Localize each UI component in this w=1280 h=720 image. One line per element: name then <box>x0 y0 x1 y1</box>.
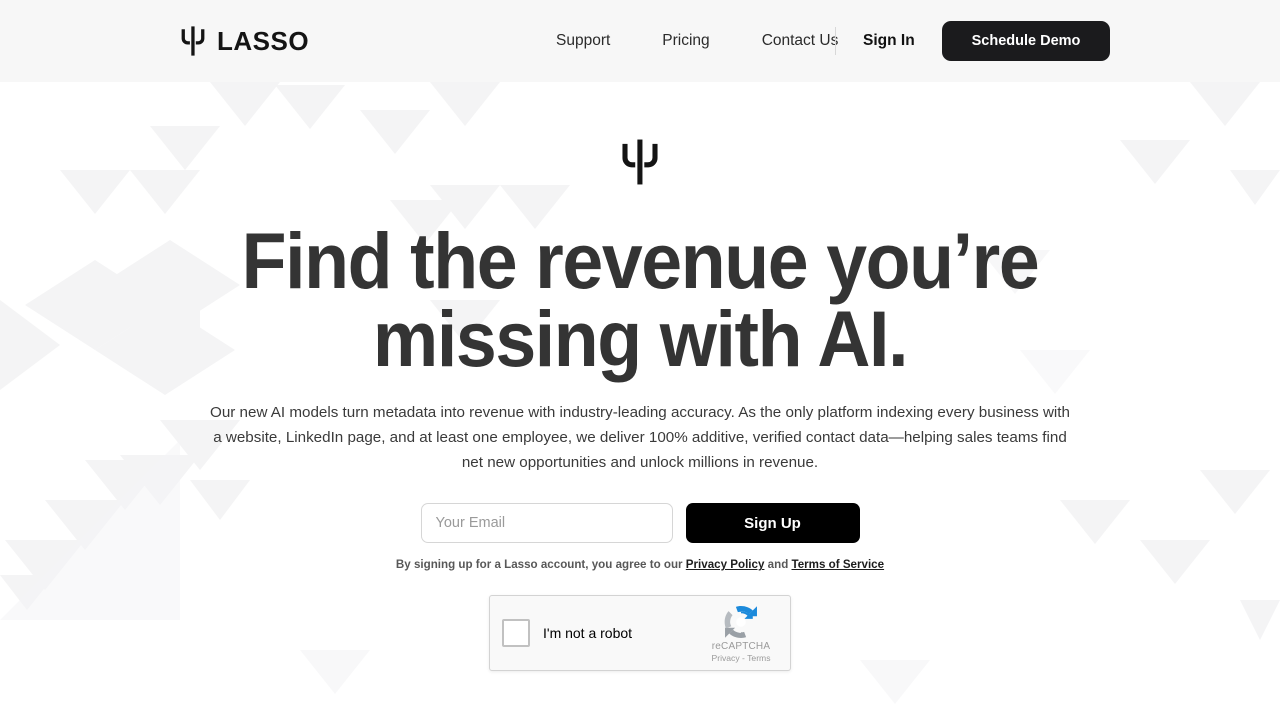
headline-line-1: Find the revenue you’re <box>241 216 1040 305</box>
nav-item-contact-us[interactable]: Contact Us <box>762 32 839 50</box>
brand-logo[interactable]: LASSO <box>180 26 309 56</box>
site-header: LASSO Support Pricing Contact Us Sign In… <box>0 0 1280 82</box>
page-title: Find the revenue you’re missing with AI. <box>175 221 1105 378</box>
terms-of-service-link[interactable]: Terms of Service <box>792 558 885 571</box>
schedule-demo-button[interactable]: Schedule Demo <box>942 21 1110 61</box>
recaptcha-privacy-terms-links[interactable]: Privacy - Terms <box>703 653 779 663</box>
email-field[interactable] <box>420 503 673 544</box>
lasso-trident-icon <box>622 139 658 185</box>
nav-divider <box>835 27 836 55</box>
hero-description: Our new AI models turn metadata into rev… <box>210 404 1070 472</box>
legal-disclaimer: By signing up for a Lasso account, you a… <box>396 558 884 571</box>
headline-line-2: missing with AI. <box>372 294 909 384</box>
recaptcha-widget[interactable]: I'm not a robot reCAPTCHA Privacy - Term… <box>489 595 791 672</box>
recaptcha-logo-icon <box>724 606 757 639</box>
sign-in-link[interactable]: Sign In <box>863 32 915 50</box>
privacy-policy-link[interactable]: Privacy Policy <box>686 558 765 571</box>
hero-section: Find the revenue you’re missing with AI.… <box>0 82 1280 720</box>
signup-form: Sign Up <box>420 503 860 544</box>
brand-wordmark: LASSO <box>217 26 310 56</box>
recaptcha-brand-name: reCAPTCHA <box>711 641 771 653</box>
nav-item-support[interactable]: Support <box>556 32 610 50</box>
landing-page: LASSO Support Pricing Contact Us Sign In… <box>0 0 1280 720</box>
recaptcha-branding: reCAPTCHA Privacy - Terms <box>703 604 779 663</box>
lasso-trident-icon <box>181 26 205 56</box>
recaptcha-label: I'm not a robot <box>543 625 633 642</box>
recaptcha-checkbox[interactable] <box>502 619 530 648</box>
nav-item-pricing[interactable]: Pricing <box>662 32 709 50</box>
main-nav: Support Pricing Contact Us <box>556 32 838 50</box>
legal-prefix: By signing up for a Lasso account, you a… <box>395 558 686 572</box>
sign-up-button[interactable]: Sign Up <box>685 503 860 544</box>
legal-conjunction: and <box>764 558 792 572</box>
